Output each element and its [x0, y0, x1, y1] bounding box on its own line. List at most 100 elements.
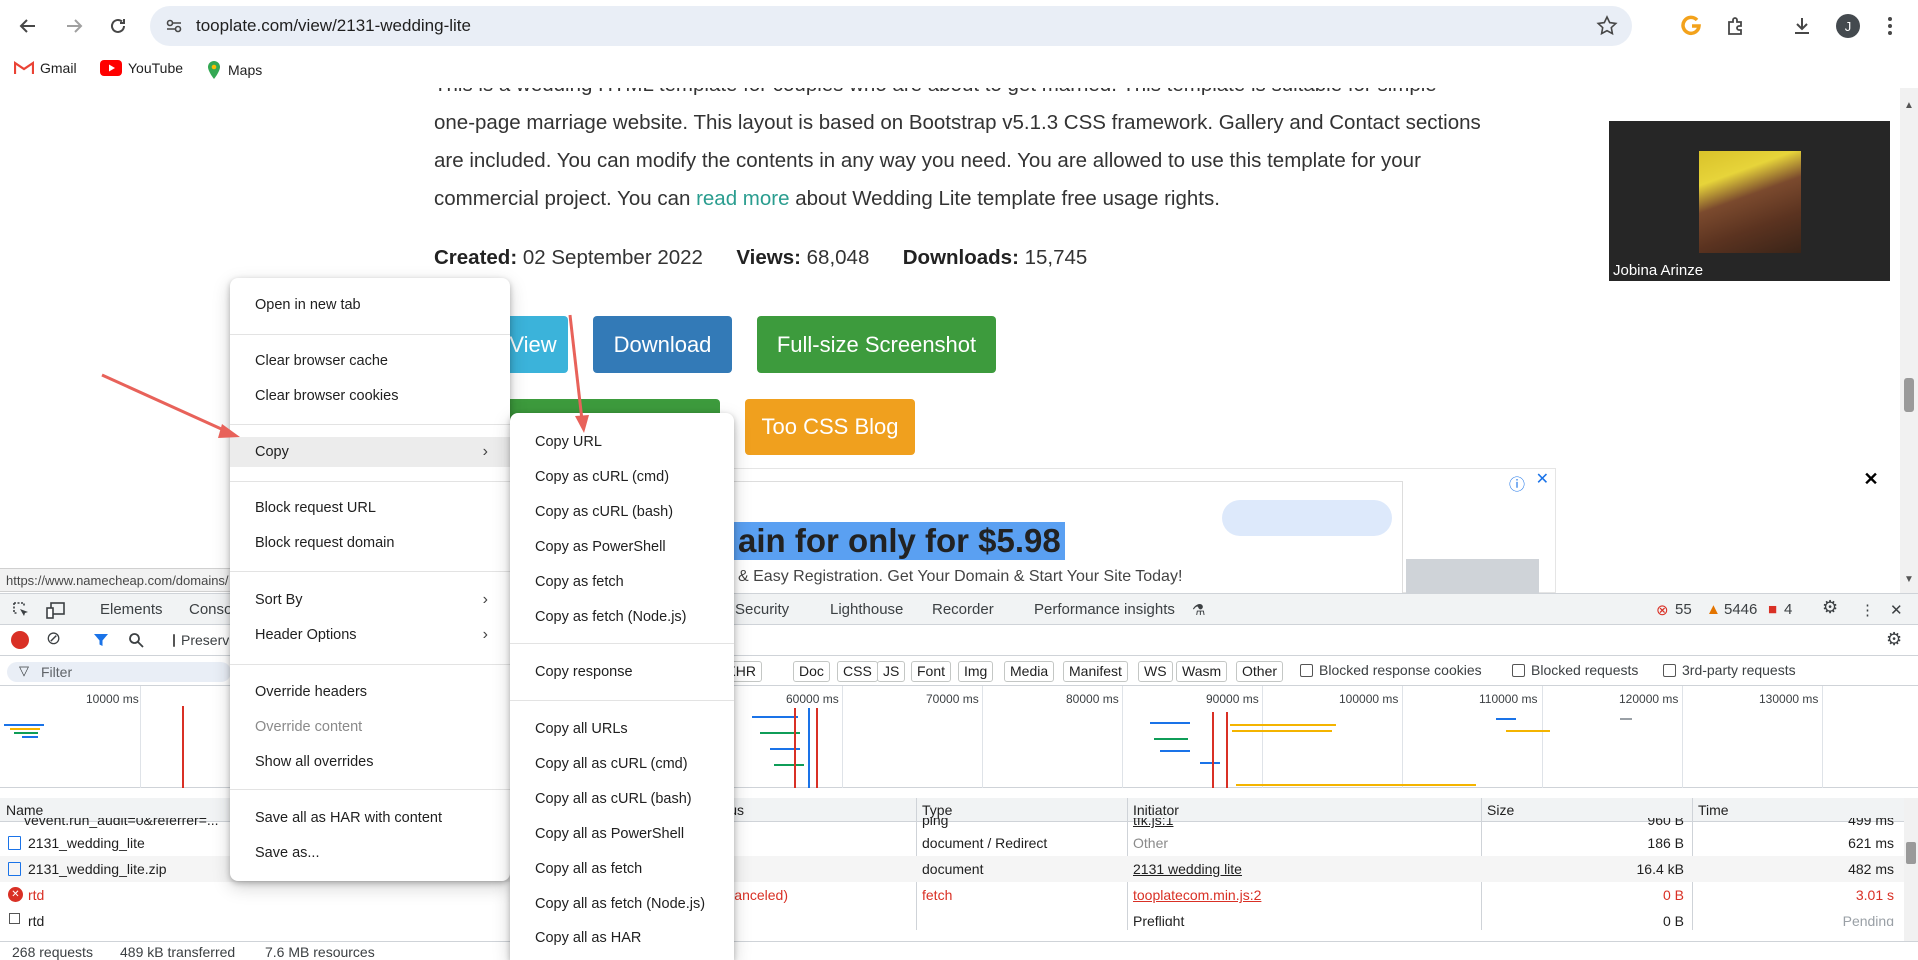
video-call-tile[interactable]: Jobina Arinze — [1609, 121, 1890, 281]
filter-chip-doc[interactable]: Doc — [793, 661, 830, 682]
filter-chip-manifest[interactable]: Manifest — [1063, 661, 1128, 682]
menu-item-copy-all-as-powershell[interactable]: Copy all as PowerShell — [510, 819, 734, 849]
address-bar[interactable]: tooplate.com/view/2131-wedding-lite — [150, 6, 1632, 46]
filter-chip-js[interactable]: JS — [877, 661, 906, 682]
bookmark-star-icon[interactable] — [1596, 15, 1618, 37]
menu-item-override-headers[interactable]: Override headers — [230, 677, 510, 707]
ad-banner[interactable]: ain for only for $5.98 & Easy Registrati… — [700, 468, 1556, 593]
device-toolbar-icon[interactable] — [46, 601, 66, 619]
menu-item-copy[interactable]: Copy › — [230, 437, 510, 467]
page-scrollbar[interactable] — [1900, 88, 1918, 593]
tab-elements[interactable]: Elements — [100, 601, 163, 618]
column-initiator[interactable]: Initiator — [1133, 802, 1179, 818]
tab-security[interactable]: Security — [735, 601, 789, 618]
menu-button[interactable] — [1874, 10, 1906, 42]
bookmark-gmail[interactable]: Gmail — [14, 60, 77, 76]
menu-item-open-in-new-tab[interactable]: Open in new tab — [230, 290, 510, 320]
menu-item-copy-url[interactable]: Copy URL — [510, 427, 734, 457]
search-icon[interactable] — [128, 632, 144, 648]
css-blog-button[interactable]: Too CSS Blog — [745, 399, 915, 455]
menu-item-sort-by[interactable]: Sort By › — [230, 585, 510, 615]
inspect-element-icon[interactable] — [12, 601, 30, 619]
filter-chip-font[interactable]: Font — [911, 661, 952, 682]
column-size[interactable]: Size — [1487, 802, 1514, 818]
menu-item-copy-as-curl-cmd[interactable]: Copy as cURL (cmd) — [510, 462, 734, 492]
filter-chip-media[interactable]: Media — [1004, 661, 1055, 682]
close-ad-button[interactable]: ✕ — [1860, 468, 1882, 490]
menu-item-copy-all-as-har[interactable]: Copy all as HAR — [510, 923, 734, 953]
table-scrollbar[interactable] — [1904, 798, 1918, 941]
column-time[interactable]: Time — [1698, 802, 1729, 818]
full-size-screenshot-button[interactable]: Full-size Screenshot — [757, 316, 996, 373]
error-count[interactable]: 55 — [1675, 601, 1692, 618]
filter-chip-ws[interactable]: WS — [1138, 661, 1173, 682]
menu-item-save-all-as-har[interactable]: Save all as HAR with content — [230, 803, 510, 833]
record-stop-icon[interactable] — [11, 631, 29, 649]
preserve-log-checkbox[interactable]: Preserve log — [173, 632, 229, 648]
filter-chip-css[interactable]: CSS — [837, 661, 878, 682]
filter-chip-other[interactable]: Other — [1236, 661, 1284, 682]
menu-item-copy-as-curl-bash[interactable]: Copy as cURL (bash) — [510, 497, 734, 527]
cell-time: 482 ms — [1848, 861, 1894, 877]
column-type[interactable]: Type — [922, 802, 952, 818]
page-scrollbar-thumb[interactable] — [1904, 378, 1914, 412]
filter-chip-wasm[interactable]: Wasm — [1176, 661, 1228, 682]
menu-item-clear-browser-cache[interactable]: Clear browser cache — [230, 346, 510, 376]
settings-gear-icon[interactable]: ⚙ — [1822, 597, 1838, 618]
third-party-requests-checkbox[interactable]: 3rd-party requests — [1663, 662, 1796, 678]
bookmark-maps[interactable]: Maps — [206, 60, 262, 80]
close-devtools-icon[interactable]: ✕ — [1890, 601, 1903, 619]
cell-initiator[interactable]: tooplatecom.min.js:2 — [1133, 887, 1261, 903]
issue-count[interactable]: 4 — [1784, 601, 1792, 618]
forward-button[interactable] — [58, 10, 90, 42]
ad-close-icon[interactable]: ✕ — [1536, 469, 1549, 489]
profile-button[interactable]: J — [1832, 10, 1864, 42]
back-button[interactable] — [12, 10, 44, 42]
menu-item-clear-browser-cookies[interactable]: Clear browser cookies — [230, 381, 510, 411]
reload-button[interactable] — [102, 10, 134, 42]
tab-console[interactable]: Console — [189, 601, 233, 618]
table-scrollbar-thumb[interactable] — [1906, 842, 1916, 864]
filter-funnel-icon[interactable] — [93, 632, 109, 648]
menu-item-copy-as-fetch[interactable]: Copy as fetch — [510, 567, 734, 597]
read-more-link[interactable]: read more — [696, 187, 789, 210]
menu-item-header-options[interactable]: Header Options › — [230, 620, 510, 650]
menu-item-block-request-url[interactable]: Block request URL — [230, 493, 510, 523]
menu-item-copy-all-as-fetch[interactable]: Copy all as fetch — [510, 854, 734, 884]
menu-item-copy-all-as-fetch-node[interactable]: Copy all as fetch (Node.js) — [510, 889, 734, 919]
tab-recorder[interactable]: Recorder — [932, 601, 994, 618]
menu-item-copy-as-fetch-node[interactable]: Copy as fetch (Node.js) — [510, 602, 734, 632]
table-row[interactable]: rtd Preflight 0 B Pending — [0, 908, 1904, 926]
menu-item-save-as[interactable]: Save as... — [230, 838, 510, 868]
blocked-response-cookies-checkbox[interactable]: Blocked response cookies — [1300, 662, 1482, 678]
menu-item-copy-all-as-curl-bash[interactable]: Copy all as cURL (bash) — [510, 784, 734, 814]
more-options-icon[interactable]: ⋮ — [1860, 601, 1875, 619]
menu-item-copy-response[interactable]: Copy response — [510, 657, 734, 687]
extension-g-button[interactable] — [1676, 10, 1708, 42]
tab-performance-insights[interactable]: Performance insights — [1034, 601, 1175, 618]
filter-chip-img[interactable]: Img — [958, 661, 994, 682]
extensions-button[interactable] — [1720, 10, 1752, 42]
column-name[interactable]: Name — [6, 802, 43, 818]
scroll-up-icon[interactable]: ▲ — [1904, 100, 1914, 111]
downloads-button[interactable] — [1786, 10, 1818, 42]
download-button[interactable]: Download — [593, 316, 732, 373]
menu-item-show-all-overrides[interactable]: Show all overrides — [230, 747, 510, 777]
menu-item-block-request-domain[interactable]: Block request domain — [230, 528, 510, 558]
scroll-down-icon[interactable]: ▼ — [1904, 574, 1914, 585]
warning-count[interactable]: 5446 — [1724, 601, 1757, 618]
ad-info-icon[interactable]: ⓘ — [1509, 471, 1525, 495]
tab-lighthouse[interactable]: Lighthouse — [830, 601, 903, 618]
table-row-error[interactable]: ✕ rtd (canceled) fetch tooplatecom.min.j… — [0, 882, 1904, 908]
menu-item-copy-all-urls[interactable]: Copy all URLs — [510, 714, 734, 744]
bookmark-youtube[interactable]: YouTube — [100, 60, 183, 76]
menu-item-copy-all-as-curl-cmd[interactable]: Copy all as cURL (cmd) — [510, 749, 734, 779]
clear-icon[interactable]: ⊘ — [46, 628, 61, 649]
filter-input[interactable]: ▽ Filter — [7, 662, 231, 682]
cell-initiator[interactable]: tfk.js:1 — [1133, 818, 1173, 828]
cell-initiator[interactable]: 2131 wedding lite — [1133, 861, 1242, 877]
blocked-requests-checkbox[interactable]: Blocked requests — [1512, 662, 1638, 678]
site-info-icon[interactable] — [164, 16, 184, 36]
menu-item-copy-as-powershell[interactable]: Copy as PowerShell — [510, 532, 734, 562]
network-settings-gear-icon[interactable]: ⚙ — [1886, 629, 1902, 650]
